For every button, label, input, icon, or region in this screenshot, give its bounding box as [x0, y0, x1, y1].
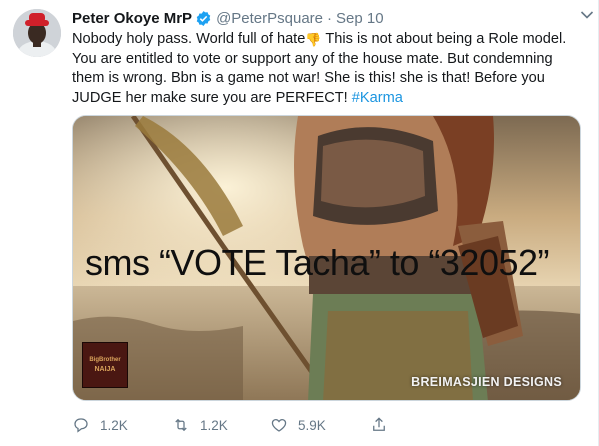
share-icon — [373, 417, 385, 431]
retweet-count: 1.2K — [200, 417, 228, 433]
like-button[interactable]: 5.9K — [270, 414, 326, 436]
reply-button[interactable]: 1.2K — [72, 414, 128, 436]
tweet-date[interactable]: Sep 10 — [336, 10, 384, 27]
tweet-text: Nobody holy pass. World full of hate👎 Th… — [72, 30, 582, 108]
separator-dot: · — [327, 9, 333, 27]
tweet-image[interactable]: sms “VOTE Tacha” to “32052” BigBrother N… — [72, 115, 581, 401]
image-overlay-text: sms “VOTE Tacha” to “32052” — [85, 242, 550, 283]
reply-count: 1.2K — [100, 417, 128, 433]
share-button[interactable] — [370, 414, 398, 436]
like-icon — [271, 418, 287, 432]
tweet[interactable]: Peter Okoye MrP @PeterPsquare · Sep 10 N… — [0, 0, 599, 446]
thumbs-down-emoji: 👎 — [305, 32, 322, 47]
verified-badge-icon — [196, 10, 211, 26]
chevron-down-icon[interactable] — [580, 10, 594, 20]
avatar[interactable] — [13, 9, 61, 57]
author-handle[interactable]: @PeterPsquare — [216, 10, 323, 27]
author-name[interactable]: Peter Okoye MrP — [72, 10, 192, 27]
retweet-icon — [175, 418, 187, 432]
tweet-header: Peter Okoye MrP @PeterPsquare · Sep 10 — [72, 7, 578, 29]
tweet-text-part1: Nobody holy pass. World full of hate — [72, 31, 306, 47]
hashtag-link[interactable]: #Karma — [352, 90, 403, 106]
badge-line2: NAIJA — [94, 366, 116, 373]
reply-icon — [74, 418, 88, 433]
badge-line1: BigBrother — [89, 357, 121, 363]
bbnaija-logo: BigBrother NAIJA — [82, 342, 128, 388]
image-credit: BREIMASJIEN DESIGNS — [411, 375, 562, 389]
retweet-button[interactable]: 1.2K — [172, 414, 228, 436]
like-count: 5.9K — [298, 417, 326, 433]
tweet-actions: 1.2K 1.2K 5.9K — [72, 414, 502, 436]
